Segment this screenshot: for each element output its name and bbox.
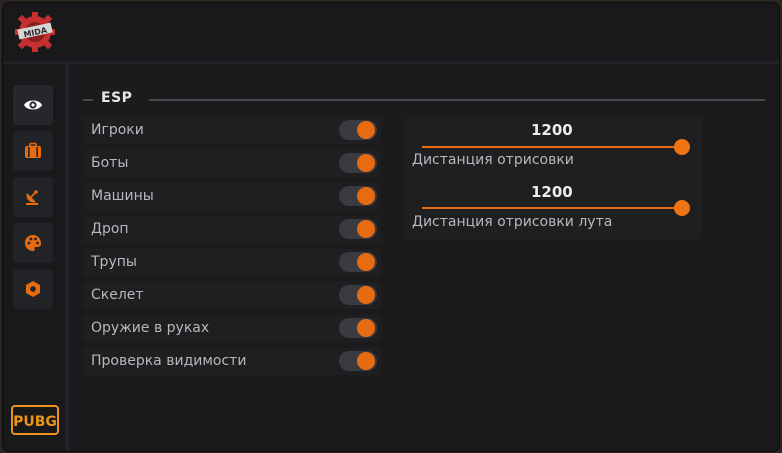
- toggle-label: Оружие в руках: [91, 320, 210, 336]
- hexagon-icon: [26, 281, 40, 297]
- toggle-switch[interactable]: [339, 285, 377, 305]
- app-window: MIDA PUBG ESP Игроки Боты Машины Дроп Тр…: [3, 3, 779, 451]
- toggle-knob: [357, 319, 375, 337]
- toggle-label: Боты: [91, 155, 129, 171]
- slider-panel: 1200 Дистанция отрисовки 1200 Дистанция …: [404, 117, 702, 239]
- slider-value: 1200: [531, 121, 573, 139]
- toggle-knob: [357, 121, 375, 139]
- toggle-row: Игроки: [83, 117, 381, 144]
- header-divider-right: [149, 99, 765, 101]
- sidebar-item-radar[interactable]: [13, 177, 53, 217]
- top-bar: MIDA: [3, 3, 779, 64]
- header-divider-left: [83, 99, 93, 101]
- toggle-label: Дроп: [91, 221, 129, 237]
- toggle-row: Машины: [83, 183, 381, 210]
- sidebar: PUBG: [3, 64, 69, 451]
- loot-distance-slider[interactable]: [422, 200, 690, 216]
- briefcase-icon: [25, 142, 41, 158]
- toggle-row: Дроп: [83, 216, 381, 243]
- toggle-label: Проверка видимости: [91, 353, 247, 369]
- section-header: ESP: [83, 90, 765, 108]
- sidebar-item-misc[interactable]: [13, 269, 53, 309]
- toggle-label: Трупы: [91, 254, 137, 270]
- toggle-knob: [357, 352, 375, 370]
- sidebar-item-items[interactable]: [13, 131, 53, 171]
- toggle-label: Машины: [91, 188, 154, 204]
- toggle-knob: [357, 286, 375, 304]
- toggle-label: Игроки: [91, 122, 144, 138]
- toggle-switch[interactable]: [339, 219, 377, 239]
- toggle-label: Скелет: [91, 287, 144, 303]
- toggle-switch[interactable]: [339, 153, 377, 173]
- toggle-knob: [357, 187, 375, 205]
- toggle-row: Оружие в руках: [83, 315, 381, 342]
- slider-value: 1200: [531, 183, 573, 201]
- toggle-switch[interactable]: [339, 186, 377, 206]
- palette-icon: [25, 235, 41, 251]
- svg-text:PUBG: PUBG: [13, 414, 57, 430]
- render-distance-slider[interactable]: [422, 139, 690, 155]
- toggle-switch[interactable]: [339, 351, 377, 371]
- eye-icon: [24, 100, 42, 110]
- slider-handle[interactable]: [674, 200, 690, 216]
- main-content: ESP Игроки Боты Машины Дроп Трупы Скелет Оружи…: [69, 64, 779, 451]
- app-logo: MIDA: [14, 11, 56, 53]
- toggle-row: Проверка видимости: [83, 348, 381, 375]
- toggle-row: Скелет: [83, 282, 381, 309]
- toggle-knob: [357, 154, 375, 172]
- toggle-switch[interactable]: [339, 252, 377, 272]
- toggle-row: Трупы: [83, 249, 381, 276]
- toggle-row: Боты: [83, 150, 381, 177]
- section-title: ESP: [101, 90, 133, 106]
- sidebar-item-colors[interactable]: [13, 223, 53, 263]
- pubg-logo: PUBG: [11, 405, 59, 435]
- toggle-knob: [357, 220, 375, 238]
- toggle-switch[interactable]: [339, 318, 377, 338]
- satellite-dish-icon: [26, 190, 38, 205]
- toggle-switch[interactable]: [339, 120, 377, 140]
- slider-label: Дистанция отрисовки лута: [412, 214, 613, 230]
- slider-label: Дистанция отрисовки: [412, 152, 574, 168]
- toggle-knob: [357, 253, 375, 271]
- sidebar-item-visuals[interactable]: [13, 85, 53, 125]
- slider-handle[interactable]: [674, 139, 690, 155]
